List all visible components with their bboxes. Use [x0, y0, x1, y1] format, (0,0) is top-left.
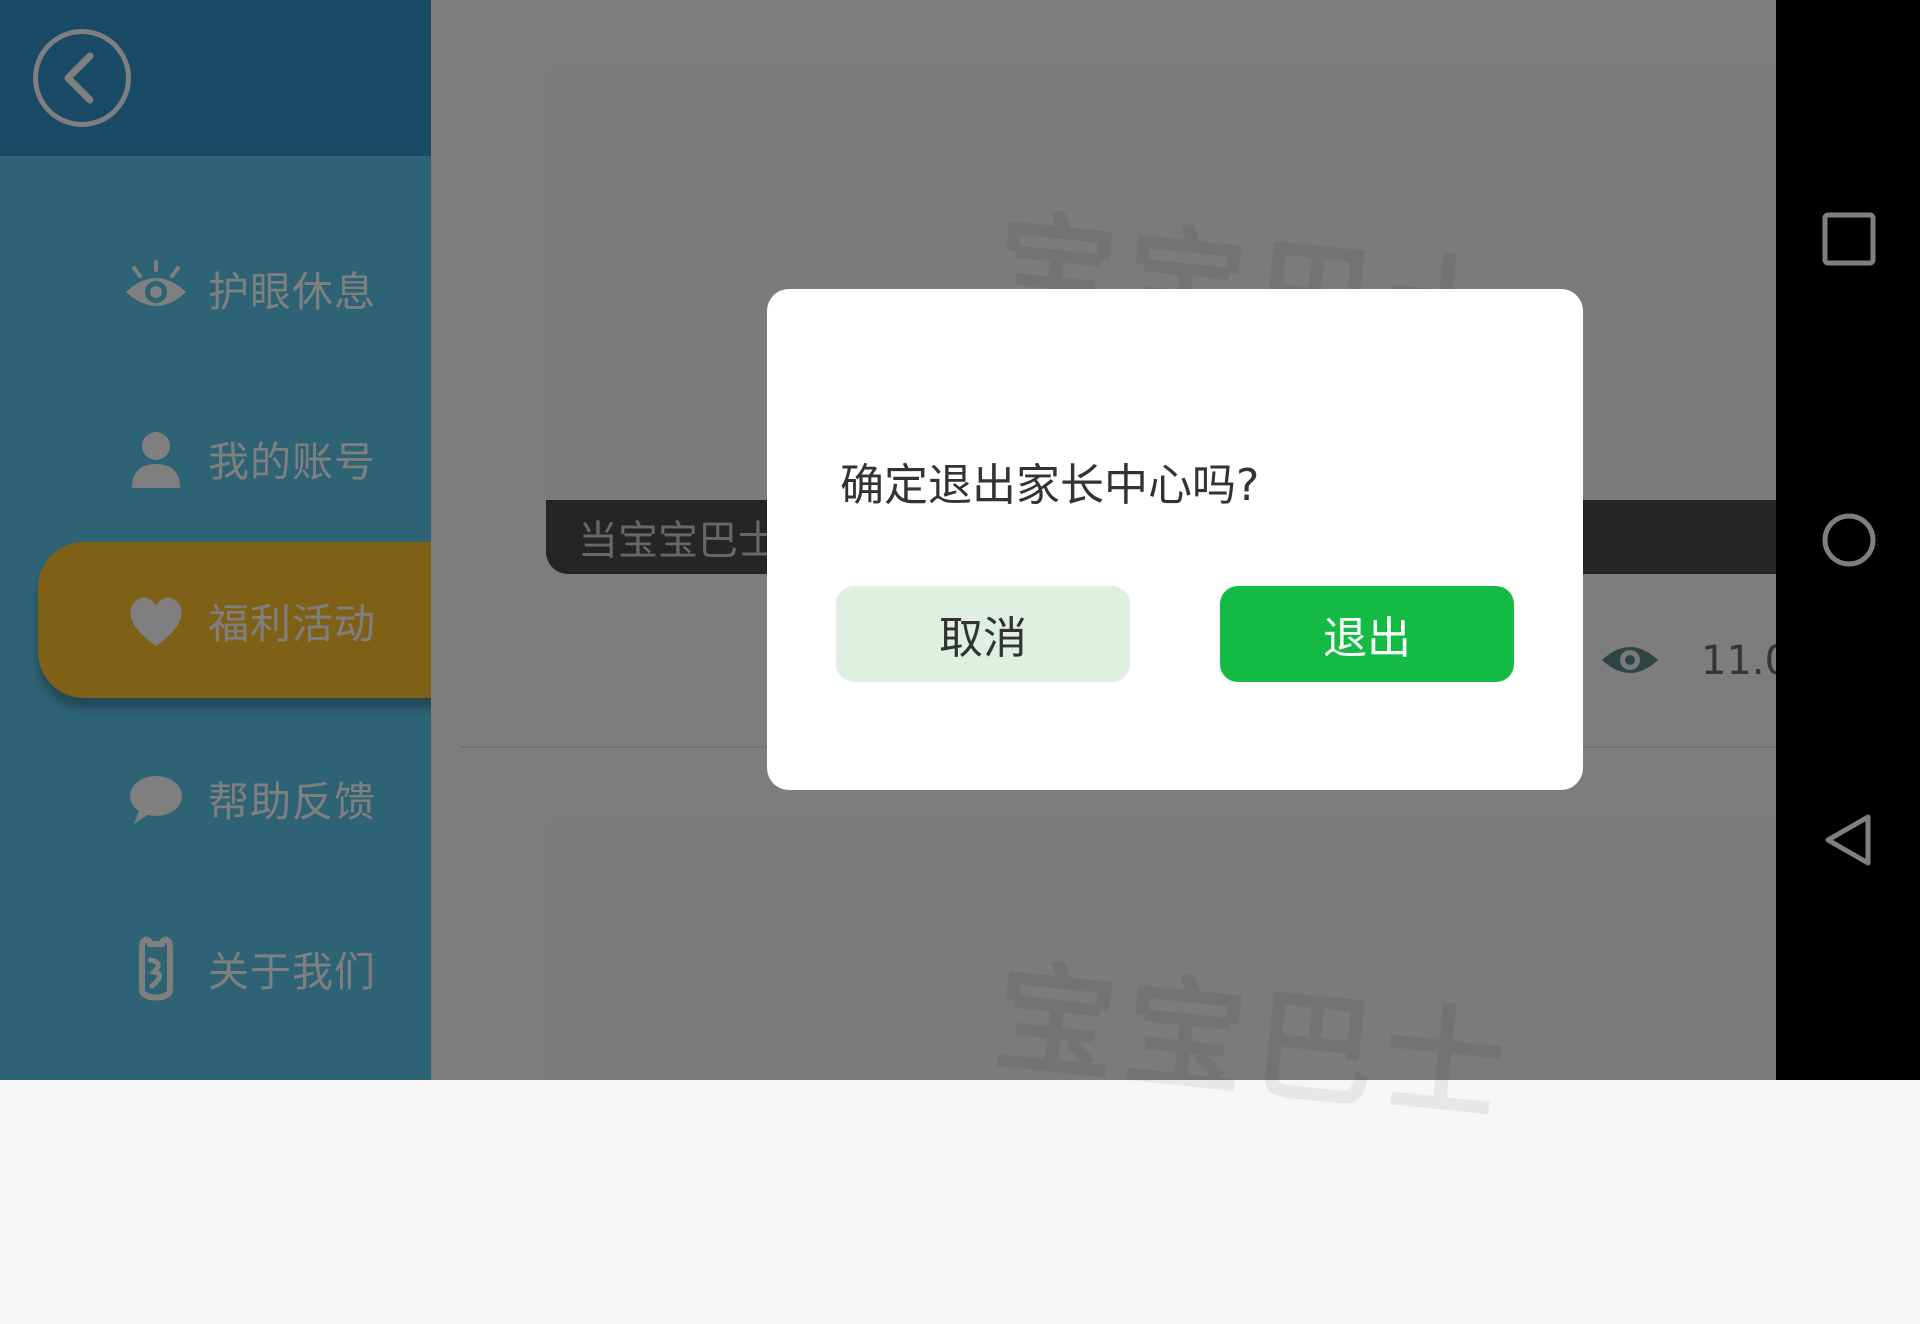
dialog-message: 确定退出家长中心吗?	[840, 460, 1260, 511]
exit-confirm-dialog: 确定退出家长中心吗? 取消 退出	[767, 289, 1583, 790]
exit-button[interactable]: 退出	[1220, 586, 1514, 682]
cancel-button[interactable]: 取消	[836, 586, 1130, 682]
